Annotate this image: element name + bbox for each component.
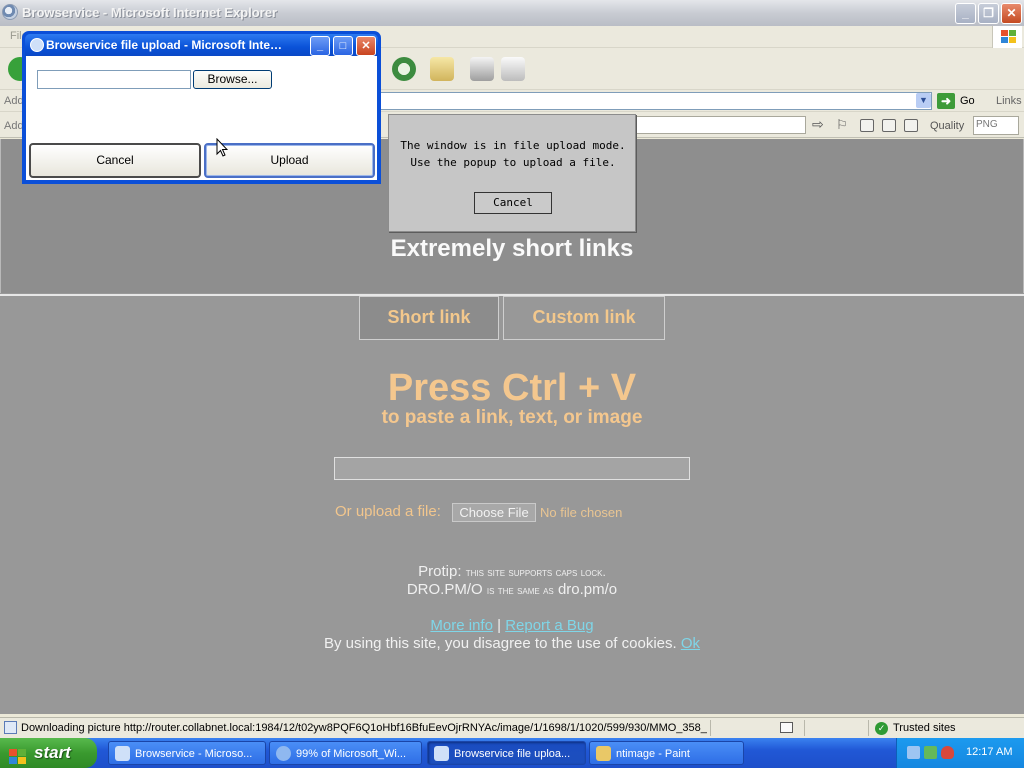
site-title: Extremely short links (390, 235, 634, 262)
go-forward-icon[interactable]: ⇨ (812, 116, 824, 133)
file-upload-popup: Browservice file upload - Microsoft Inte… (22, 31, 381, 184)
mouse-cursor-icon (216, 138, 228, 157)
upload-label: Or upload a file: (335, 503, 441, 520)
status-divider (868, 720, 869, 736)
clipboard-icon[interactable] (904, 119, 918, 132)
cookie-text: By using this site, you disagree to the … (323, 635, 677, 652)
maximize-icon[interactable]: □ (333, 36, 353, 56)
close-icon[interactable]: ✕ (356, 36, 376, 56)
taskbar: start Browservice - Microso... 99% of Mi… (0, 738, 1024, 768)
task-download[interactable]: 99% of Microsoft_Wi... (269, 741, 422, 765)
bookmark-icon[interactable]: ⚐ (836, 117, 848, 133)
status-divider (804, 720, 805, 736)
cookie-ok-link[interactable]: Ok (681, 635, 700, 652)
popup-body: Browse... Cancel Upload (26, 56, 377, 180)
minimize-icon[interactable]: _ (955, 3, 976, 24)
ie-logo-icon (30, 38, 44, 52)
tab-short-link[interactable]: Short link (359, 296, 499, 340)
status-text: Downloading picture http://router.collab… (21, 722, 707, 734)
security-zone: Trusted sites (893, 722, 956, 734)
edit-icon[interactable] (501, 57, 525, 81)
ie-logo-icon (2, 4, 18, 20)
clock[interactable]: 12:17 AM (966, 746, 1012, 758)
close-icon[interactable]: ✕ (1001, 3, 1022, 24)
task-paint[interactable]: ntimage - Paint (589, 741, 744, 765)
protip-example-lower: dro.pm/o (557, 581, 618, 598)
address-input[interactable] (380, 92, 932, 110)
task-label: Browservice - Microso... (135, 748, 253, 760)
browse-button[interactable]: Browse... (193, 70, 272, 89)
progress-icon (780, 722, 793, 733)
quality-select[interactable]: PNG (973, 116, 1019, 135)
task-file-upload[interactable]: Browservice file uploa... (427, 741, 586, 765)
footer-links: More info | Report a Bug (0, 617, 1024, 634)
plugin-address-input[interactable] (634, 116, 806, 134)
ie-titlebar[interactable]: Browservice - Microsoft Internet Explore… (0, 0, 1024, 26)
choose-file-button[interactable]: Choose File (452, 503, 536, 522)
protip-label: Protip: (418, 563, 462, 580)
task-label: ntimage - Paint (616, 748, 690, 760)
update-icon[interactable] (924, 746, 937, 759)
protip-line: Protip: this site supports caps lock. (0, 563, 1024, 580)
popup-titlebar[interactable]: Browservice file upload - Microsoft Inte… (25, 34, 378, 56)
protip-example-mid: is the same as (486, 583, 554, 597)
minimize-icon[interactable]: _ (310, 36, 330, 56)
quality-label: Quality (930, 120, 965, 132)
mail-icon[interactable] (430, 57, 454, 81)
popup-cancel-button[interactable]: Cancel (29, 143, 201, 178)
paint-icon (596, 746, 611, 761)
windows-flag-icon (992, 26, 1022, 48)
status-bar: Downloading picture http://router.collab… (0, 717, 1024, 738)
task-label: Browservice file uploa... (454, 748, 571, 760)
link-separator: | (497, 617, 502, 634)
windows-flag-icon (9, 745, 27, 764)
security-shield-icon[interactable] (941, 746, 954, 759)
cookie-notice: By using this site, you disagree to the … (0, 635, 1024, 652)
window-title: Browservice - Microsoft Internet Explore… (22, 5, 278, 20)
file-path-input[interactable] (37, 70, 191, 89)
dropdown-arrow-icon[interactable]: ▼ (916, 93, 931, 108)
more-info-link[interactable]: More info (430, 617, 493, 634)
upload-mode-cancel-button[interactable]: Cancel (474, 192, 552, 214)
paste-headline: Press Ctrl + V (387, 367, 637, 409)
restore-icon[interactable]: ❐ (978, 3, 999, 24)
ie-logo-icon (115, 746, 130, 761)
page-icon (4, 721, 17, 734)
status-divider (710, 720, 711, 736)
protip-text: this site supports caps lock. (465, 565, 606, 579)
links-label[interactable]: Links (996, 95, 1022, 107)
upload-mode-message-2: Use the popup to upload a file. (410, 156, 616, 169)
no-file-label: No file chosen (540, 505, 623, 520)
binoculars-icon[interactable] (882, 119, 896, 132)
go-arrow-icon[interactable]: ➜ (937, 93, 955, 109)
upload-mode-dialog: The window is in file upload mode. Use t… (388, 114, 636, 232)
protip-example: DRO.PM/O is the same as dro.pm/o (0, 581, 1024, 598)
system-tray: 12:17 AM (896, 738, 1024, 768)
popup-title: Browservice file upload - Microsoft Inte… (46, 38, 283, 52)
ie-logo-icon (434, 746, 449, 761)
ie-logo-icon (276, 746, 291, 761)
paste-textarea[interactable] (334, 457, 690, 480)
tab-custom-link[interactable]: Custom link (503, 296, 665, 340)
refresh-icon[interactable] (392, 57, 416, 81)
start-label: start (34, 743, 71, 762)
paste-subheadline: to paste a link, text, or image (381, 407, 643, 428)
upload-mode-message-1: The window is in file upload mode. (400, 139, 626, 152)
protip-example-upper: DRO.PM/O (406, 581, 483, 598)
popup-upload-button[interactable]: Upload (204, 143, 375, 178)
find-icon[interactable] (860, 119, 874, 132)
task-browservice[interactable]: Browservice - Microso... (108, 741, 266, 765)
start-button[interactable]: start (0, 738, 97, 768)
print-icon[interactable] (470, 57, 494, 81)
go-button[interactable]: Go (960, 95, 975, 107)
report-bug-link[interactable]: Report a Bug (505, 617, 593, 634)
network-icon[interactable] (907, 746, 920, 759)
shield-check-icon: ✓ (875, 722, 888, 735)
task-label: 99% of Microsoft_Wi... (296, 748, 407, 760)
